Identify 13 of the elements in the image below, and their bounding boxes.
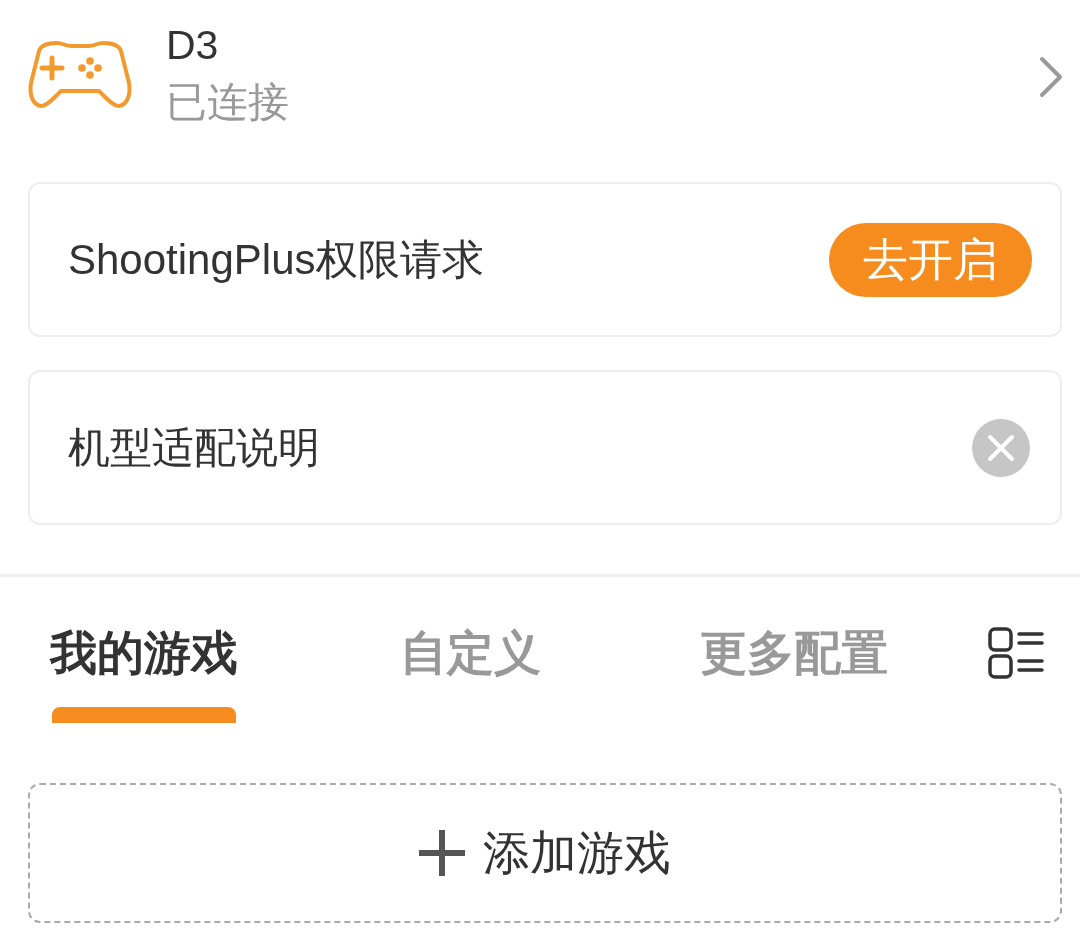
notice-card[interactable]: ShootingPlus权限请求 去开启 xyxy=(28,182,1062,337)
notice-card[interactable]: 机型适配说明 xyxy=(28,370,1062,525)
gamepad-icon xyxy=(27,40,133,110)
plus-icon xyxy=(419,830,465,876)
notice-text: ShootingPlus权限请求 xyxy=(68,234,484,285)
close-icon[interactable] xyxy=(972,418,1030,477)
chevron-right-icon[interactable] xyxy=(1039,56,1063,98)
grid-list-icon[interactable] xyxy=(988,627,1044,679)
add-game-button[interactable]: 添加游戏 xyxy=(28,783,1062,923)
notice-text: 机型适配说明 xyxy=(68,422,320,473)
connection-status: 已连接 xyxy=(166,78,289,127)
tab[interactable]: 我的游戏 xyxy=(50,625,238,723)
device-name: D3 xyxy=(166,21,220,70)
